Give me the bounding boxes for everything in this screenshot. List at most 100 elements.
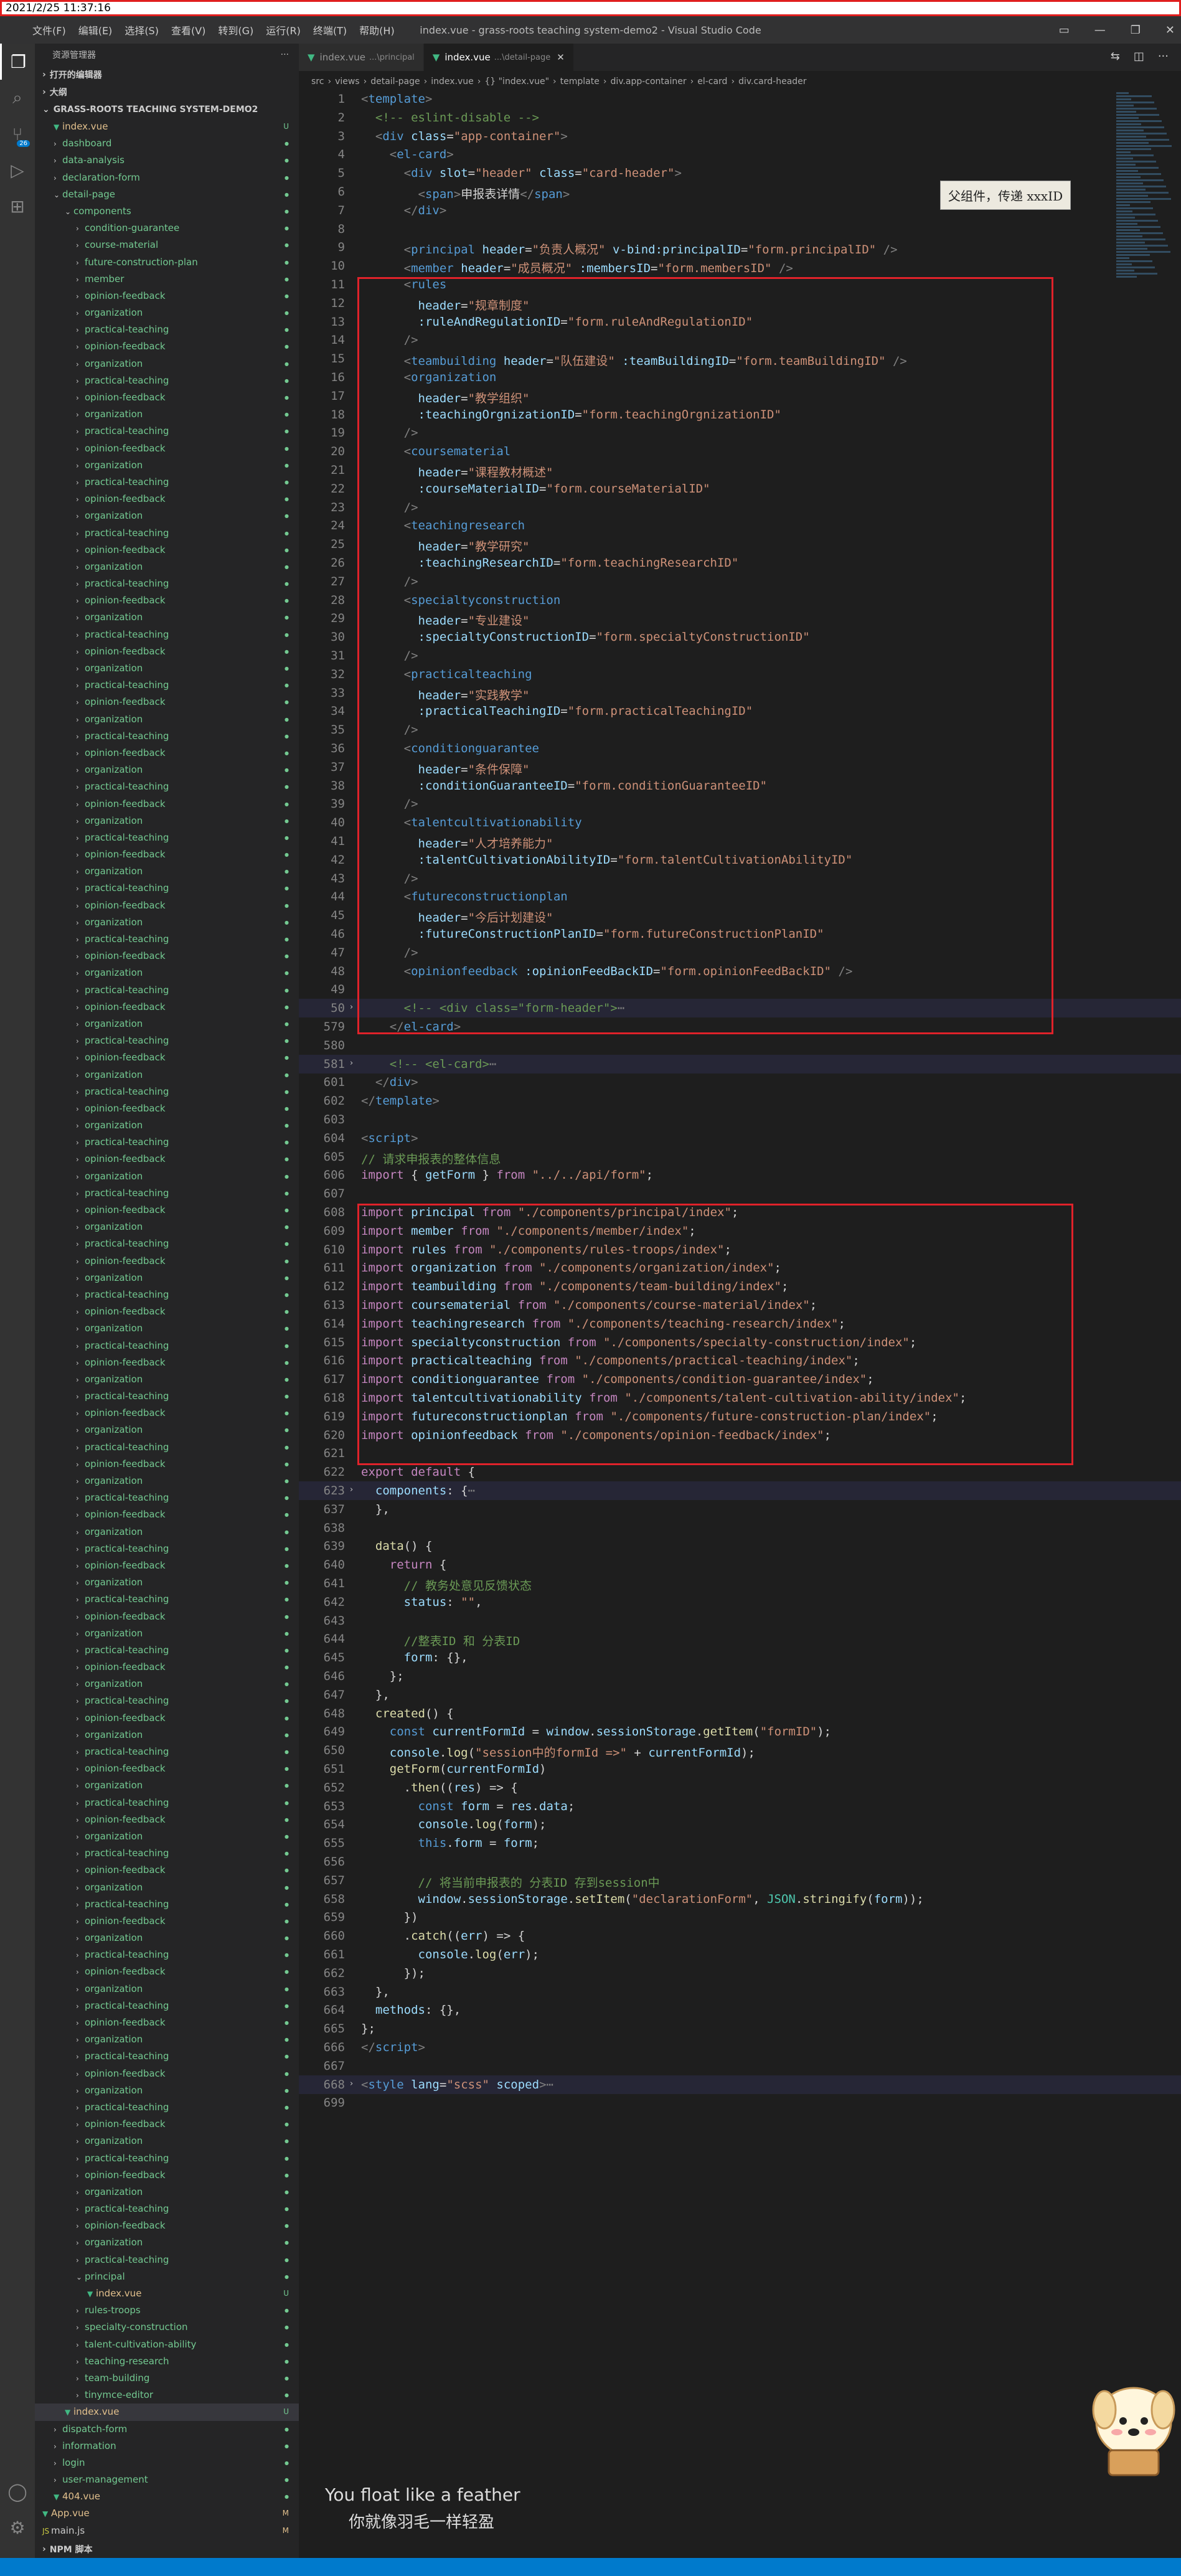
code-line[interactable]: <div slot="header" class="card-header"> — [361, 166, 682, 180]
menu-item[interactable]: 帮助(H) — [359, 22, 395, 37]
tree-item[interactable]: › organization ● — [35, 1574, 299, 1591]
code-line[interactable]: <rules — [361, 278, 447, 291]
tree-item[interactable]: › organization ● — [35, 914, 299, 931]
tree-item[interactable]: › organization ● — [35, 1524, 299, 1540]
code-line[interactable]: /> — [361, 946, 418, 960]
code-line[interactable]: import organization from "./components/o… — [361, 1261, 781, 1275]
breadcrumb-item[interactable]: template — [560, 77, 600, 87]
tree-item[interactable]: › practical-teaching ● — [35, 1998, 299, 2014]
code-line[interactable]: :conditionGuaranteeID="form.conditionGua… — [361, 779, 768, 793]
code-line[interactable]: <organization — [361, 370, 497, 384]
code-line[interactable]: data() { — [361, 1539, 433, 1553]
breadcrumb-item[interactable]: detail-page — [370, 77, 420, 87]
editor-tab[interactable]: ▼ index.vue ...\detail-page ✕ — [423, 44, 573, 71]
code-line[interactable]: import talentcultivationability from "./… — [361, 1391, 966, 1405]
code-line[interactable]: import practicalteaching from "./compone… — [361, 1354, 860, 1367]
tree-item[interactable]: ▼ index.vue U — [35, 2404, 299, 2421]
menu-item[interactable]: 选择(S) — [125, 22, 159, 37]
tree-item[interactable]: › organization ● — [35, 1676, 299, 1692]
tree-item[interactable]: › opinion-feedback ● — [35, 1151, 299, 1168]
tree-item[interactable]: › opinion-feedback ● — [35, 1608, 299, 1625]
code-line[interactable]: /> — [361, 872, 418, 885]
code-line[interactable]: <teambuilding header="队伍建设" :teamBuildin… — [361, 352, 907, 369]
tree-item[interactable]: › opinion-feedback ● — [35, 491, 299, 507]
code-line[interactable]: .then((res) => { — [361, 1781, 518, 1795]
tree-item[interactable]: › organization ● — [35, 1473, 299, 1489]
account-icon[interactable]: ◯ — [0, 2473, 35, 2509]
code-line[interactable]: import coursematerial from "./components… — [361, 1298, 817, 1312]
tree-item[interactable]: › declaration-form ● — [35, 169, 299, 186]
tree-item[interactable]: › practical-teaching ● — [35, 1489, 299, 1506]
code-line[interactable]: .catch((err) => { — [361, 1929, 525, 1943]
code-line[interactable]: <conditionguarantee — [361, 742, 539, 755]
split-editor-icon[interactable]: ◫ — [1134, 50, 1144, 63]
code-line[interactable]: form: {}, — [361, 1651, 468, 1664]
tree-item[interactable]: › practical-teaching ● — [35, 1540, 299, 1557]
code-line[interactable]: :teachingResearchID="form.teachingResear… — [361, 556, 739, 570]
code-line[interactable]: }, — [361, 1985, 390, 1999]
tree-item[interactable]: ▼ 404.vue ● — [35, 2488, 299, 2505]
code-line[interactable]: :courseMaterialID="form.courseMaterialID… — [361, 482, 710, 496]
tree-item[interactable]: › organization ● — [35, 1828, 299, 1845]
code-line[interactable]: window.sessionStorage.setItem("declarati… — [361, 1892, 924, 1906]
code-line[interactable]: //整表ID 和 分表ID — [361, 1632, 520, 1649]
tree-item[interactable]: › organization ● — [35, 2031, 299, 2048]
code-line[interactable]: const currentFormId = window.sessionStor… — [361, 1725, 831, 1739]
tree-item[interactable]: › organization ● — [35, 507, 299, 524]
tree-item[interactable]: › organization ● — [35, 1422, 299, 1438]
tree-item[interactable]: › opinion-feedback ● — [35, 2065, 299, 2082]
code-line[interactable]: header="人才培养能力" — [361, 834, 553, 851]
section-outline[interactable]: › 大纲 — [35, 83, 299, 101]
code-line[interactable]: <!-- eslint-disable --> — [361, 111, 539, 125]
tree-item[interactable]: › practical-teaching ● — [35, 1185, 299, 1202]
tree-item[interactable]: › opinion-feedback ● — [35, 846, 299, 863]
tree-item[interactable]: › organization ● — [35, 1168, 299, 1185]
tree-item[interactable]: › opinion-feedback ● — [35, 1506, 299, 1523]
tree-item[interactable]: › opinion-feedback ● — [35, 796, 299, 813]
section-workspace[interactable]: ⌄ GRASS-ROOTS TEACHING SYSTEM-DEMO2 — [35, 101, 299, 118]
tree-item[interactable]: › opinion-feedback ● — [35, 1557, 299, 1574]
code-line[interactable]: // 教务处意见反馈状态 — [361, 1577, 532, 1593]
code-line[interactable]: status: "", — [361, 1595, 482, 1609]
gear-icon[interactable]: ⚙ — [0, 2509, 35, 2545]
tree-item[interactable]: › future-construction-plan ● — [35, 254, 299, 271]
tree-item[interactable]: › opinion-feedback ● — [35, 999, 299, 1016]
breadcrumb-item[interactable]: div.app-container — [610, 77, 686, 87]
files-icon[interactable]: ❐ — [0, 44, 35, 80]
more-actions-icon[interactable]: ··· — [281, 50, 289, 60]
tree-item[interactable]: › practical-teaching ● — [35, 880, 299, 897]
tree-item[interactable]: ⌄ detail-page ● — [35, 186, 299, 203]
tree-item[interactable]: › practical-teaching ● — [35, 575, 299, 592]
tree-item[interactable]: › organization ● — [35, 406, 299, 423]
close-window-icon[interactable]: ✕ — [1165, 24, 1175, 37]
tree-item[interactable]: › opinion-feedback ● — [35, 1202, 299, 1219]
tree-item[interactable]: › opinion-feedback ● — [35, 440, 299, 457]
tree-item[interactable]: ▼ index.vue U — [35, 2285, 299, 2302]
tree-item[interactable]: › practical-teaching ● — [35, 1896, 299, 1913]
tree-item[interactable]: › organization ● — [35, 1270, 299, 1286]
tree-item[interactable]: › opinion-feedback ● — [35, 1710, 299, 1727]
tree-item[interactable]: ▼ index.vue U — [35, 118, 299, 135]
breadcrumb-item[interactable]: views — [335, 77, 360, 87]
code-line[interactable]: <opinionfeedback :opinionFeedBackID="for… — [361, 965, 853, 978]
code-line[interactable]: <!-- <el-card>⋯ — [361, 1057, 497, 1071]
code-line[interactable]: // 请求申报表的整体信息 — [361, 1150, 501, 1167]
tree-item[interactable]: › tinymce-editor ● — [35, 2387, 299, 2404]
tree-item[interactable]: › login ● — [35, 2455, 299, 2471]
code-line[interactable]: import specialtyconstruction from "./com… — [361, 1336, 916, 1349]
tree-item[interactable]: › opinion-feedback ● — [35, 542, 299, 559]
code-line[interactable]: <el-card> — [361, 148, 454, 161]
code-line[interactable]: <!-- <div class="form-header">⋯ — [361, 1001, 625, 1015]
fold-chevron-icon[interactable]: › — [350, 1485, 353, 1494]
tree-item[interactable]: › organization ● — [35, 609, 299, 626]
tree-item[interactable]: › practical-teaching ● — [35, 1845, 299, 1862]
section-npm-scripts[interactable]: › NPM 脚本 — [35, 2541, 299, 2558]
code-line[interactable]: }; — [361, 2022, 375, 2036]
tree-item[interactable]: › practical-teaching ● — [35, 1692, 299, 1709]
menu-item[interactable]: 终端(T) — [313, 22, 347, 37]
tree-item[interactable]: › organization ● — [35, 1879, 299, 1896]
tree-item[interactable]: › organization ● — [35, 813, 299, 829]
tree-item[interactable]: › practical-teaching ● — [35, 677, 299, 694]
tree-item[interactable]: › condition-guarantee ● — [35, 220, 299, 237]
code-line[interactable]: /> — [361, 333, 418, 347]
